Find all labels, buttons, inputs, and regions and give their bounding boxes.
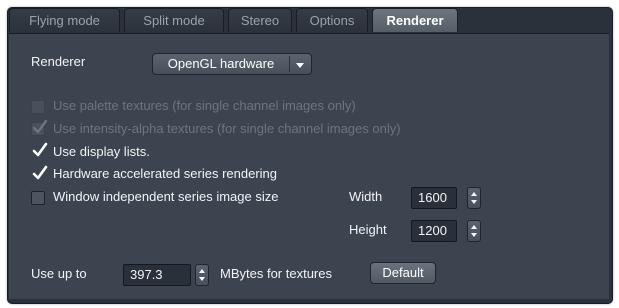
checkmark-icon (32, 142, 48, 157)
texture-memory-input[interactable]: 397.3 (123, 264, 191, 286)
tab-options[interactable]: Options (296, 8, 368, 32)
texture-memory-suffix: MBytes for textures (220, 266, 332, 281)
texture-memory-prefix: Use up to (31, 266, 87, 281)
height-stepper[interactable] (467, 220, 481, 242)
display-lists-checkbox[interactable] (31, 142, 48, 159)
texture-memory-stepper[interactable] (195, 264, 209, 286)
palette-textures-label: Use palette textures (for single channel… (53, 98, 356, 113)
hardware-series-rendering-label: Hardware accelerated series rendering (53, 166, 278, 181)
intensity-alpha-textures-checkbox[interactable] (31, 119, 48, 136)
stepper-arrows-icon (199, 269, 205, 281)
tab-bar: Flying mode Split mode Stereo Options Re… (9, 8, 609, 34)
hardware-series-rendering-checkbox[interactable] (31, 165, 48, 182)
width-input[interactable]: 1600 (411, 187, 457, 209)
default-button[interactable]: Default (370, 262, 436, 284)
window-independent-size-checkbox[interactable] (31, 191, 45, 205)
height-label: Height (349, 222, 387, 237)
height-input[interactable]: 1200 (411, 220, 457, 242)
display-lists-label: Use display lists. (53, 144, 150, 159)
dropdown-separator (289, 56, 290, 72)
renderer-selected-value: OpenGL hardware (167, 56, 275, 71)
stepper-arrows-icon (471, 225, 477, 237)
tab-flying-mode[interactable]: Flying mode (9, 8, 120, 32)
checkmark-icon (32, 119, 48, 134)
stepper-arrows-icon (471, 192, 477, 204)
width-stepper[interactable] (467, 187, 481, 209)
chevron-down-icon (296, 63, 304, 68)
width-value: 1600 (418, 190, 447, 205)
height-value: 1200 (418, 223, 447, 238)
renderer-label: Renderer (31, 54, 86, 69)
checkmark-icon (32, 165, 48, 180)
tab-split-mode[interactable]: Split mode (124, 8, 224, 32)
window-independent-size-label: Window independent series image size (53, 189, 279, 204)
tab-stereo[interactable]: Stereo (228, 8, 292, 32)
tab-renderer[interactable]: Renderer (372, 8, 458, 32)
texture-memory-value: 397.3 (130, 267, 163, 282)
palette-textures-checkbox[interactable] (31, 100, 45, 114)
intensity-alpha-textures-label: Use intensity-alpha textures (for single… (53, 121, 401, 136)
renderer-select[interactable]: OpenGL hardware (152, 53, 312, 75)
renderer-tab-content: Renderer OpenGL hardware Use palette tex… (9, 34, 609, 299)
width-label: Width (349, 189, 383, 204)
